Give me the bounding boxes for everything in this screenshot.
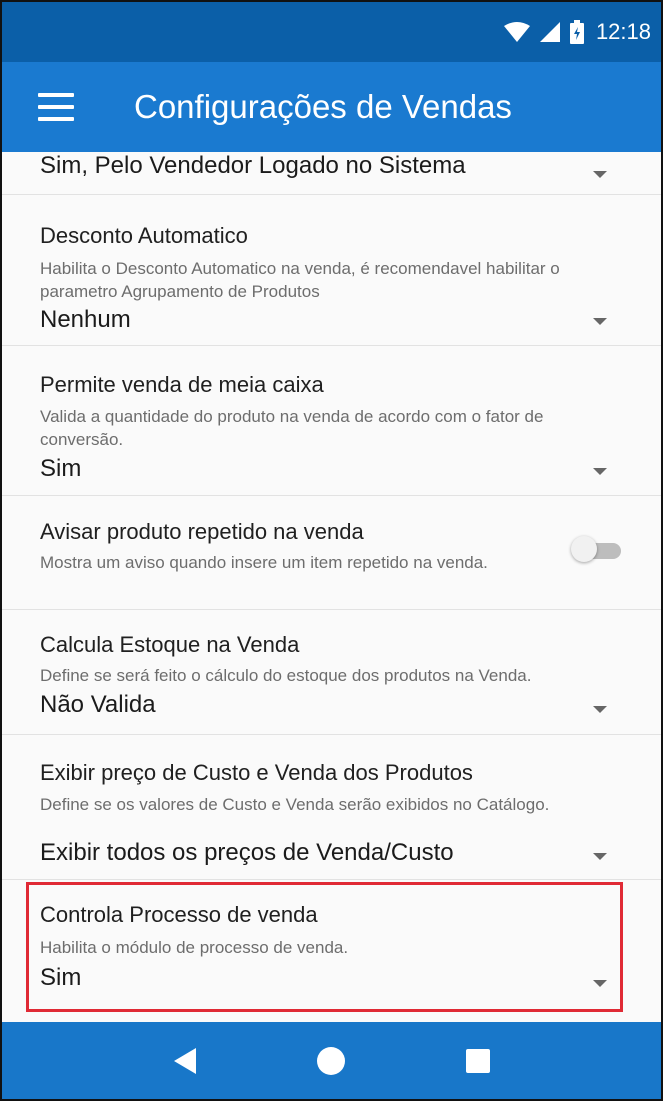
home-button[interactable] [311,1041,351,1081]
setting-value: Nenhum [40,306,131,333]
setting-title: Exibir preço de Custo e Venda dos Produt… [40,760,473,785]
dropdown-caret-icon [593,468,607,475]
signal-icon [539,22,560,42]
setting-title: Desconto Automatico [40,223,248,248]
setting-value: Sim, Pelo Vendedor Logado no Sistema [40,152,466,179]
setting-desconto-automatico[interactable]: Desconto Automatico Habilita o Desconto … [2,195,661,346]
dropdown-caret-icon [593,853,607,860]
setting-calcula-estoque[interactable]: Calcula Estoque na Venda Define se será … [2,610,661,735]
battery-icon [569,20,584,44]
setting-title: Controla Processo de venda [40,902,318,927]
dropdown-caret-icon [593,980,607,987]
setting-description: Habilita o módulo de processo de venda. [40,938,349,957]
recents-button[interactable] [458,1041,498,1081]
setting-value: Sim [40,455,82,482]
toggle-switch[interactable] [571,536,621,562]
setting-title: Calcula Estoque na Venda [40,632,300,657]
setting-title: Avisar produto repetido na venda [40,519,364,544]
home-icon [317,1046,346,1075]
setting-exibir-preco[interactable]: Exibir preço de Custo e Venda dos Produt… [2,735,661,880]
back-icon [174,1047,197,1074]
setting-produto-repetido[interactable]: Avisar produto repetido na venda Mostra … [2,496,661,610]
setting-description: Define se os valores de Custo e Venda se… [40,795,550,814]
setting-value: Não Valida [40,691,156,718]
dropdown-caret-icon [593,171,607,178]
settings-list[interactable]: Sim, Pelo Vendedor Logado no Sistema Des… [2,152,661,1012]
status-time: 12:18 [595,19,651,44]
dropdown-caret-icon [593,706,607,713]
setting-description: Valida a quantidade do produto na venda … [40,407,544,449]
dropdown-caret-icon [593,318,607,325]
setting-description: Mostra um aviso quando insere um item re… [40,553,488,572]
phone-screen: 12:18 Configurações de Vendas Sim, Pelo … [0,0,663,1101]
setting-description: Define se será feito o cálculo do estoqu… [40,666,532,685]
wifi-icon [503,22,530,42]
menu-icon[interactable] [38,93,74,121]
setting-title: Permite venda de meia caixa [40,372,324,397]
setting-controla-processo[interactable]: Controla Processo de venda Habilita o mó… [2,880,661,1010]
navigation-bar [2,1022,661,1099]
page-title: Configurações de Vendas [134,88,512,125]
setting-vendedor[interactable]: Sim, Pelo Vendedor Logado no Sistema [2,152,661,195]
setting-value: Sim [40,964,82,991]
recents-icon [465,1048,490,1073]
status-bar: 12:18 [2,2,661,62]
setting-description: Habilita o Desconto Automatico na venda,… [40,259,560,301]
back-button[interactable] [165,1041,205,1081]
setting-meia-caixa[interactable]: Permite venda de meia caixa Valida a qua… [2,346,661,496]
setting-value: Exibir todos os preços de Venda/Custo [40,839,454,866]
app-bar: Configurações de Vendas [2,62,661,152]
